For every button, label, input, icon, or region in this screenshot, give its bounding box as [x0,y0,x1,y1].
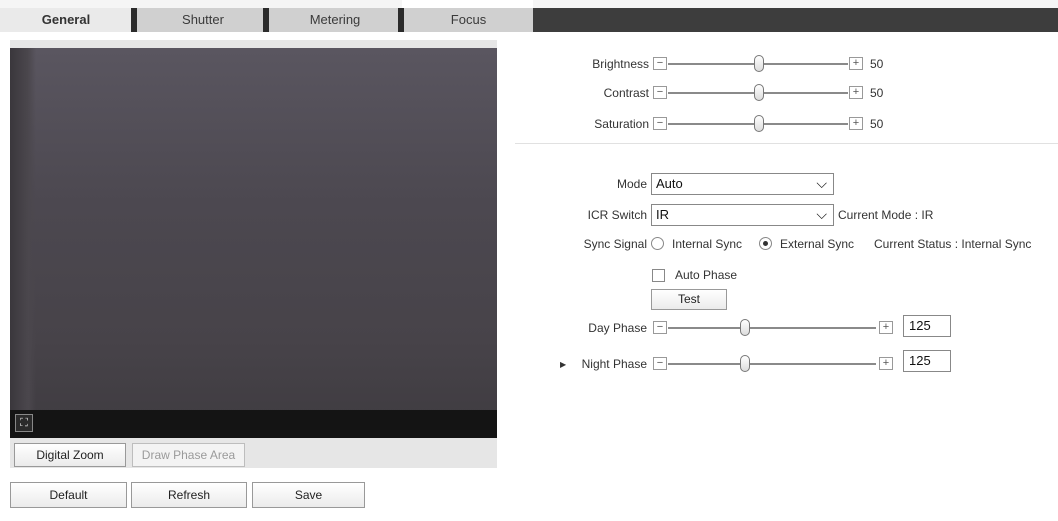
current-mode-text: Current Mode : IR [838,208,934,222]
brightness-slider-thumb[interactable] [754,55,764,72]
saturation-slider-thumb[interactable] [754,115,764,132]
day-phase-decrease-button[interactable]: − [653,321,667,334]
day-phase-increase-button[interactable]: + [879,321,893,334]
night-phase-slider-track[interactable] [668,363,876,365]
tab-shutter[interactable]: Shutter [137,8,269,32]
brightness-increase-button[interactable]: + [849,57,863,70]
chevron-down-icon: ⌵ [816,206,827,222]
brightness-decrease-button[interactable]: − [653,57,667,70]
contrast-slider-thumb[interactable] [754,84,764,101]
chevron-down-icon: ⌵ [816,175,827,191]
tab-focus[interactable]: Focus [404,8,533,32]
mode-select-value: Auto [656,176,683,191]
draw-phase-area-button: Draw Phase Area [132,443,245,467]
auto-phase-label[interactable]: Auto Phase [675,268,737,282]
saturation-decrease-button[interactable]: − [653,117,667,130]
brightness-value: 50 [870,57,884,71]
video-preview[interactable] [10,48,497,438]
icr-switch-label: ICR Switch [587,208,647,222]
tab-bar-fill [533,8,1058,32]
night-phase-increase-button[interactable]: + [879,357,893,370]
day-phase-label: Day Phase [588,321,647,335]
day-phase-input[interactable]: 125 [903,315,951,337]
saturation-increase-button[interactable]: + [849,117,863,130]
mode-label: Mode [616,177,647,191]
default-button[interactable]: Default [10,482,127,508]
save-button[interactable]: Save [252,482,365,508]
contrast-label: Contrast [603,86,649,100]
digital-zoom-button[interactable]: Digital Zoom [14,443,126,467]
night-phase-slider-thumb[interactable] [740,355,750,372]
contrast-value: 50 [870,86,884,100]
contrast-increase-button[interactable]: + [849,86,863,99]
brightness-label: Brightness [592,57,649,71]
saturation-label: Saturation [594,117,649,131]
external-sync-radio[interactable] [759,237,772,250]
icr-switch-select[interactable]: IR ⌵ [651,204,834,226]
section-divider [515,143,1058,144]
video-toolbar [10,410,497,438]
test-button[interactable]: Test [651,289,727,310]
external-sync-label[interactable]: External Sync [780,237,854,251]
saturation-value: 50 [870,117,884,131]
night-phase-label: Night Phase [581,357,647,371]
night-phase-decrease-button[interactable]: − [653,357,667,370]
fullscreen-icon[interactable]: ⛶ [15,414,33,432]
sync-signal-label: Sync Signal [583,237,647,251]
auto-phase-checkbox[interactable] [652,269,665,282]
day-phase-slider-track[interactable] [668,327,876,329]
title-area [402,0,533,8]
internal-sync-label[interactable]: Internal Sync [672,237,742,251]
day-phase-slider-thumb[interactable] [740,319,750,336]
video-preview-edge [10,48,36,410]
tab-general[interactable]: General [0,8,132,32]
icr-switch-select-value: IR [656,207,669,222]
mode-select[interactable]: Auto ⌵ [651,173,834,195]
tab-metering[interactable]: Metering [269,8,401,32]
current-status-text: Current Status : Internal Sync [874,237,1032,251]
night-phase-input[interactable]: 125 [903,350,951,372]
refresh-button[interactable]: Refresh [131,482,247,508]
internal-sync-radio[interactable] [651,237,664,250]
contrast-decrease-button[interactable]: − [653,86,667,99]
